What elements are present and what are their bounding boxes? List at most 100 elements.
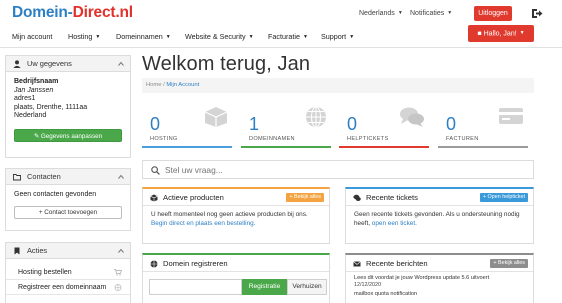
active-products-box: Actieve producten + Bekijk alles U heeft… <box>142 187 330 244</box>
chevron-up-icon[interactable] <box>118 61 124 67</box>
user-menu-label: Hallo, Jan! <box>483 30 517 38</box>
button-label: Gegevens aanpassen <box>40 132 103 140</box>
logo-part-2: Direct.nl <box>72 4 133 21</box>
open-ticket-link[interactable]: open een ticket. <box>372 220 417 227</box>
tile-count: 0 <box>150 114 161 134</box>
nav-website-security[interactable]: Website & Security ▼ <box>185 32 254 41</box>
recent-messages-box: Recente berichten + Bekijk alles Lees di… <box>345 253 534 303</box>
chevron-up-icon[interactable] <box>118 174 124 180</box>
chat-icon <box>353 194 361 201</box>
box-body: Geen recente tickets gevonden. Als u ond… <box>346 206 533 234</box>
contacts-panel: Contacten Geen contacten gevonden + Cont… <box>5 168 131 231</box>
caret-down-icon: ▼ <box>447 10 453 17</box>
box-body: U heeft momenteel nog geen actieve produ… <box>143 206 329 234</box>
address-line: adres1 <box>14 95 36 103</box>
nav-label: Support <box>321 32 347 41</box>
language-label: Nederlands <box>359 10 395 17</box>
tile-count: 1 <box>249 114 260 134</box>
tile-invoices[interactable]: 0 FACTUREN <box>438 102 528 148</box>
box-title: Domein registreren <box>163 259 228 268</box>
register-domain-button[interactable]: Registratie <box>242 279 287 295</box>
panel-header[interactable]: Acties <box>6 243 130 259</box>
contact-name: Jan Janssen <box>14 86 54 94</box>
start-order-link[interactable]: Begin direct en plaats een bestelling. <box>151 220 255 227</box>
envelope-icon <box>353 261 361 267</box>
box-title: Actieve producten <box>163 193 224 202</box>
breadcrumb-current: Mijn Account <box>166 82 200 88</box>
open-helpticket-button[interactable]: + Open helpticket <box>479 193 528 202</box>
search-icon <box>151 166 160 175</box>
nav-label: Domeinnamen <box>116 32 163 41</box>
nav-domeinnamen[interactable]: Domeinnamen ▼ <box>116 32 171 41</box>
user-menu-button[interactable]: ■ Hallo, Jan! ▼ <box>468 25 534 42</box>
message-item[interactable]: mailbox quota notification <box>354 291 525 298</box>
view-all-products-button[interactable]: + Bekijk alles <box>286 193 324 202</box>
company-name: Bedrijfsnaam <box>14 78 59 85</box>
caret-down-icon: ▼ <box>165 34 171 41</box>
caret-down-icon: ▼ <box>349 34 355 41</box>
tile-underline <box>142 146 232 148</box>
action-register-domain[interactable]: Registreer een domeinnaam <box>6 280 130 295</box>
action-order-hosting[interactable]: Hosting bestellen <box>6 265 130 280</box>
nav-label: Facturatie <box>268 32 300 41</box>
recent-tickets-box: Recente tickets + Open helpticket Geen r… <box>345 187 534 244</box>
question-search-input[interactable] <box>165 164 465 176</box>
nav-hosting[interactable]: Hosting ▼ <box>68 32 100 41</box>
cube-icon <box>150 194 158 202</box>
tile-domains[interactable]: 1 DOMEINNAMEN <box>241 102 331 148</box>
pencil-icon: ✎ <box>33 132 41 140</box>
message-item[interactable]: Lees dit voordat je jouw Wordpress updat… <box>354 275 525 289</box>
caret-down-icon: ▼ <box>519 30 525 36</box>
tile-hosting[interactable]: 0 HOSTING <box>142 102 232 148</box>
box-header: Domein registreren <box>143 255 329 272</box>
box-icon <box>204 107 228 127</box>
breadcrumb-home[interactable]: Home <box>146 82 161 88</box>
caret-down-icon: ▼ <box>397 10 403 17</box>
notifications-label: Notificaties <box>410 10 445 17</box>
folder-icon <box>13 174 21 181</box>
panel-title: Acties <box>27 246 48 255</box>
actions-panel: Acties Hosting bestellen Registreer een … <box>5 242 131 303</box>
nav-label: Mijn account <box>12 32 53 41</box>
top-bar: Domein-Direct.nl Nederlands ▼ Notificatie… <box>0 0 562 28</box>
box-header: Recente tickets + Open helpticket <box>346 189 533 206</box>
nav-support[interactable]: Support ▼ <box>321 32 354 41</box>
domain-name-input[interactable] <box>149 279 242 295</box>
nav-label: Website & Security <box>185 32 246 41</box>
city-line: plaats, Drenthe, 1111aa <box>14 103 88 111</box>
tile-underline <box>339 146 429 148</box>
panel-header[interactable]: Contacten <box>6 169 130 185</box>
sign-out-icon[interactable] <box>531 8 543 19</box>
tile-label: FACTUREN <box>446 136 479 142</box>
tile-label: DOMEINNAMEN <box>249 136 295 142</box>
contacts-body: Geen contacten gevonden + Contact toevoe… <box>6 185 130 225</box>
bookmark-icon <box>14 247 20 255</box>
edit-details-button[interactable]: ✎ Gegevens aanpassen <box>14 128 122 142</box>
language-selector[interactable]: Nederlands ▼ <box>359 10 403 17</box>
button-label: Bekijk alles <box>498 260 525 266</box>
country-line: Nederland <box>14 112 47 120</box>
user-icon <box>13 60 21 68</box>
domain-register-box: Domein registreren Registratie Verhuizen <box>142 253 330 303</box>
nav-facturatie[interactable]: Facturatie ▼ <box>268 32 308 41</box>
box-header: Actieve producten + Bekijk alles <box>143 189 329 206</box>
empty-contacts-text: Geen contacten gevonden <box>14 191 97 198</box>
action-label: Hosting bestellen <box>18 269 72 276</box>
logout-button[interactable]: Uitloggen <box>474 6 512 21</box>
tile-underline <box>241 146 331 148</box>
panel-header[interactable]: Uw gegevens <box>6 56 130 72</box>
tile-underline <box>438 146 528 148</box>
transfer-domain-button[interactable]: Verhuizen <box>287 279 327 295</box>
add-contact-button[interactable]: + Contact toevoegen <box>14 205 122 219</box>
action-label: Registreer een domeinnaam <box>18 284 107 291</box>
tile-helptickets[interactable]: 0 HELPTICKETS <box>339 102 429 148</box>
logo[interactable]: Domein-Direct.nl <box>12 4 133 22</box>
panel-title: Contacten <box>27 172 61 181</box>
notifications-menu[interactable]: Notificaties ▼ <box>410 10 452 17</box>
message-subject: Lees dit voordat je jouw Wordpress updat… <box>354 275 490 281</box>
view-all-messages-button[interactable]: + Bekijk alles <box>490 259 528 268</box>
globe-icon <box>150 260 158 268</box>
message-subject: mailbox quota notification <box>354 291 418 298</box>
nav-mijn-account[interactable]: Mijn account <box>12 32 52 41</box>
chevron-up-icon[interactable] <box>118 248 124 254</box>
